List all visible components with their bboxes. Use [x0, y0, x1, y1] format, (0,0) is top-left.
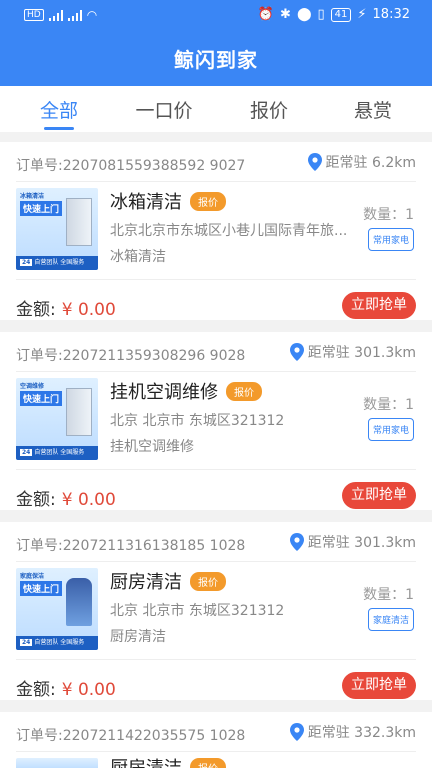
- category-badge: 常用家电: [367, 228, 414, 251]
- tab-bar: 全部 一口价 报价 悬赏: [0, 86, 432, 132]
- quantity: 数量：1: [363, 397, 414, 413]
- signal-icon: [48, 9, 63, 21]
- service-title: 冰箱清洁 报价: [110, 188, 226, 214]
- category-badge: 家庭清洁: [367, 608, 414, 631]
- status-left: HD ◠: [24, 8, 97, 22]
- thumb-tag: 空调维修: [20, 383, 45, 390]
- thumb-footer: 24 自营团队 全国服务: [16, 446, 98, 460]
- divider: [16, 181, 416, 182]
- fridge-icon: [66, 198, 92, 246]
- grab-order-button[interactable]: 立即抢单: [342, 672, 416, 699]
- battery-icon: 41: [330, 7, 352, 22]
- amount: 金额: ¥ 0.00: [16, 680, 116, 700]
- grab-order-button[interactable]: 立即抢单: [342, 482, 416, 509]
- thumb-headline: 快速上门: [20, 581, 63, 596]
- address: 北京北京市东城区小巷儿国际青年旅...: [110, 223, 348, 239]
- location-pin-icon: [289, 343, 304, 361]
- distance: 距常驻 332.3km: [289, 722, 416, 742]
- thumb-headline: 快速上门: [20, 201, 63, 216]
- charging-icon: ⚡: [357, 7, 367, 22]
- order-card[interactable]: 订单号:2207211359308296 9028 距常驻 301.3km 空调…: [0, 332, 432, 510]
- category: 厨房清洁: [110, 629, 166, 645]
- thumb-tag: 家庭保洁: [20, 573, 45, 580]
- service-thumbnail: 家庭保洁 快速上门 24 自营团队 全国服务: [16, 568, 98, 650]
- service-thumbnail: [16, 758, 98, 768]
- signal-icon-2: [67, 9, 82, 21]
- bluetooth-icon: ✱: [280, 7, 291, 22]
- tab-active-indicator: [44, 127, 74, 130]
- quote-tag: 报价: [190, 191, 226, 211]
- location-pin-icon: [289, 723, 304, 741]
- order-number: 订单号:2207211316138185 1028: [16, 538, 246, 554]
- quantity: 数量：1: [363, 587, 414, 603]
- amount: 金额: ¥ 0.00: [16, 490, 116, 510]
- distance: 距常驻 301.3km: [289, 532, 416, 552]
- vibrate-icon: ▯: [317, 7, 325, 22]
- order-number: 订单号:2207211422035575 1028: [16, 728, 246, 744]
- category: 挂机空调维修: [110, 439, 194, 455]
- location-icon: ⬤: [296, 7, 312, 22]
- service-thumbnail: 冰箱清洁 快速上门 24 自营团队 全国服务: [16, 188, 98, 270]
- hd-icon: HD: [24, 9, 44, 21]
- status-bar: HD ◠ ⏰ ✱ ⬤ ▯ 41 ⚡ 18:32: [0, 0, 432, 30]
- service-title: 挂机空调维修 报价: [110, 378, 262, 404]
- thumb-tag: 冰箱清洁: [20, 193, 45, 200]
- distance: 距常驻 6.2km: [307, 152, 416, 172]
- order-card[interactable]: 订单号:2207211316138185 1028 距常驻 301.3km 家庭…: [0, 522, 432, 700]
- quote-tag: 报价: [226, 381, 262, 401]
- status-right: ⏰ ✱ ⬤ ▯ 41 ⚡ 18:32: [258, 7, 410, 22]
- divider: [16, 279, 416, 280]
- category: 冰箱清洁: [110, 249, 166, 265]
- tab-quote[interactable]: 报价: [229, 96, 309, 123]
- order-card[interactable]: 订单号:2207081559388592 9027 距常驻 6.2km 冰箱清洁…: [0, 142, 432, 320]
- app-header: HD ◠ ⏰ ✱ ⬤ ▯ 41 ⚡ 18:32 鲸闪到家: [0, 0, 432, 86]
- alarm-icon: ⏰: [257, 7, 275, 22]
- location-pin-icon: [289, 533, 304, 551]
- divider: [16, 371, 416, 372]
- divider: [16, 751, 416, 752]
- divider: [16, 469, 416, 470]
- order-number: 订单号:2207081559388592 9027: [16, 158, 246, 174]
- tab-all[interactable]: 全部: [19, 96, 99, 123]
- cleaner-figure-icon: [66, 578, 92, 626]
- order-number: 订单号:2207211359308296 9028: [16, 348, 246, 364]
- thumb-footer: 24 自营团队 全国服务: [16, 636, 98, 650]
- category-badge: 常用家电: [367, 418, 414, 441]
- quote-tag: 报价: [190, 757, 226, 768]
- address: 北京 北京市 东城区321312: [110, 413, 285, 429]
- service-thumbnail: 空调维修 快速上门 24 自营团队 全国服务: [16, 378, 98, 460]
- status-time: 18:32: [372, 7, 410, 22]
- wifi-icon: ◠: [86, 8, 98, 22]
- tab-reward[interactable]: 悬赏: [333, 96, 413, 123]
- thumb-headline: 快速上门: [20, 391, 63, 406]
- divider: [16, 659, 416, 660]
- page-title: 鲸闪到家: [174, 48, 258, 72]
- service-title: 厨房清洁报价: [110, 568, 226, 594]
- tab-fixed-price[interactable]: 一口价: [124, 96, 204, 123]
- divider: [16, 561, 416, 562]
- address: 北京 北京市 东城区321312: [110, 603, 285, 619]
- amount: 金额: ¥ 0.00: [16, 300, 116, 320]
- distance: 距常驻 301.3km: [289, 342, 416, 362]
- service-title: 厨房清洁报价: [110, 754, 226, 768]
- thumb-footer: 24 自营团队 全国服务: [16, 256, 98, 270]
- location-pin-icon: [307, 153, 322, 171]
- grab-order-button[interactable]: 立即抢单: [342, 292, 416, 319]
- order-card[interactable]: 订单号:2207211422035575 1028 距常驻 332.3km 厨房…: [0, 712, 432, 768]
- air-conditioner-icon: [66, 388, 92, 436]
- quantity: 数量：1: [363, 207, 414, 223]
- quote-tag: 报价: [190, 571, 226, 591]
